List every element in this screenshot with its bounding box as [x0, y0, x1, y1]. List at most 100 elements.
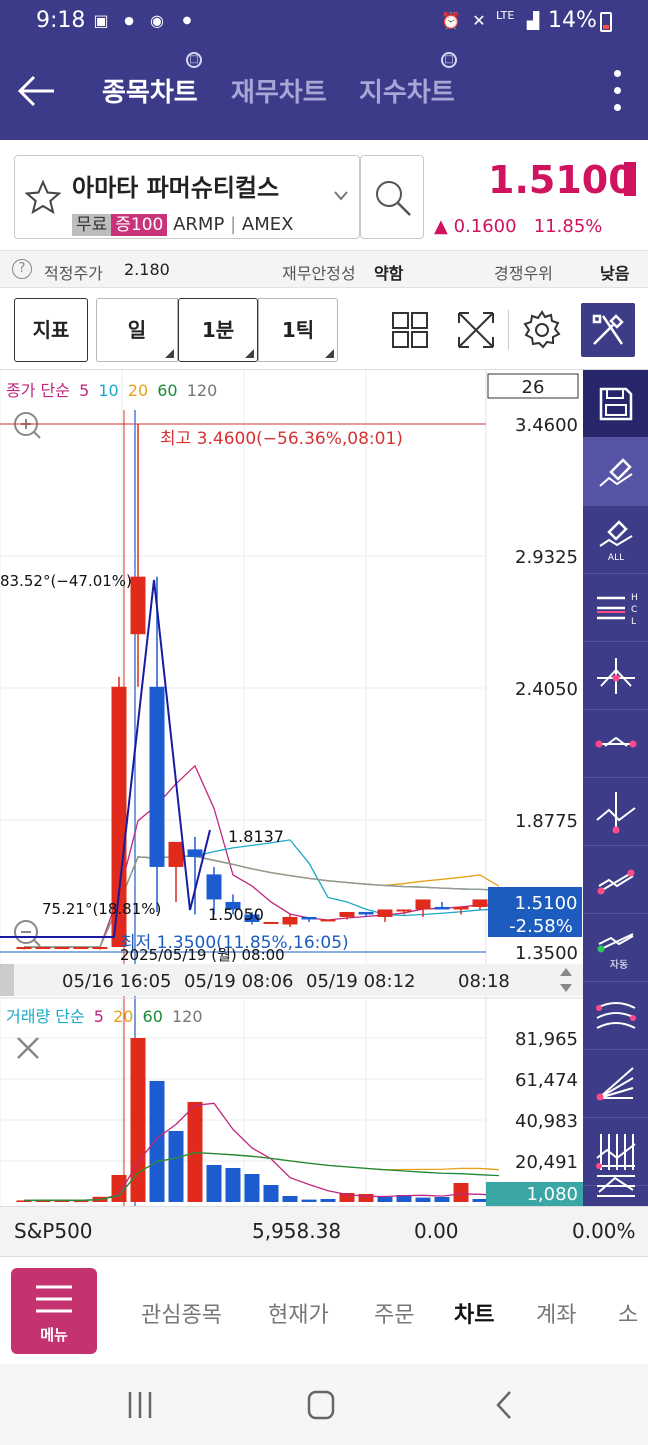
eraser-button[interactable] — [583, 438, 648, 506]
index-ticker-row[interactable]: S&P500 5,958.38 0.00 0.00% — [0, 1206, 648, 1256]
nav-watchlist[interactable]: 관심종목 — [141, 1297, 222, 1329]
vma120-label: 120 — [172, 1007, 203, 1026]
erase-all-icon: ALL — [599, 520, 633, 562]
annot-1505: 1.5050 — [208, 905, 264, 924]
index-name: S&P500 — [14, 1219, 93, 1243]
nav-current-price[interactable]: 현재가 — [268, 1297, 329, 1329]
candle-body — [396, 909, 412, 912]
search-button[interactable] — [360, 155, 424, 239]
channel-button[interactable] — [583, 982, 648, 1050]
tools-button[interactable] — [581, 303, 635, 357]
zoom-in-icon[interactable] — [14, 412, 41, 439]
svg-text:H: H — [631, 593, 637, 603]
period-day-button[interactable]: 일 — [96, 298, 178, 362]
annot-trend1: 83.52°(−47.01%) — [0, 572, 132, 590]
current-price-tag-pct: -2.58% — [509, 916, 573, 937]
star-icon[interactable] — [25, 180, 61, 214]
nav-account[interactable]: 계좌 — [536, 1297, 576, 1329]
candle-body — [35, 946, 51, 949]
back-icon[interactable] — [492, 1389, 516, 1421]
recent-apps-icon[interactable] — [126, 1390, 156, 1420]
period-tick-button[interactable]: 1틱 — [258, 298, 338, 362]
period-minute-button[interactable]: 1분 — [178, 298, 258, 362]
help-icon[interactable]: ? — [12, 259, 32, 279]
signal-icon: ▟ — [526, 11, 540, 30]
home-icon[interactable] — [306, 1389, 336, 1421]
volume-bar — [415, 1197, 431, 1202]
auto-trendline-button[interactable]: 자동 — [583, 914, 648, 982]
annot-date: 2025/05/19 (월) 08:00 — [120, 946, 285, 964]
stock-selector[interactable]: 아마타 파머슈티컬스 무료 증100 ARMP | AMEX — [14, 155, 360, 239]
volume-bar — [453, 1182, 469, 1202]
candle-body — [263, 921, 279, 924]
volume-bar — [377, 1196, 393, 1202]
fan-line-button[interactable] — [583, 1050, 648, 1118]
nav-order[interactable]: 주문 — [374, 1297, 414, 1329]
talk-icon: ● — [124, 14, 134, 27]
nav-more[interactable]: 소 — [618, 1297, 638, 1329]
ma10-label: 10 — [98, 381, 118, 400]
candlestick-chart[interactable]: 종가 단순 5 10 20 60 120 26 3.4600 2.9325 2.40… — [0, 370, 583, 1206]
tab-stock-chart[interactable]: 종목차트 □ — [102, 52, 202, 109]
trend-line[interactable] — [0, 579, 211, 938]
save-drawing-button[interactable] — [583, 370, 648, 438]
fullscreen-icon[interactable] — [456, 310, 496, 350]
candle-body — [453, 906, 469, 910]
status-time: 9:18 — [36, 8, 86, 33]
nav-chart[interactable]: 차트 — [454, 1297, 494, 1329]
tab-index-chart[interactable]: 지수차트 □ — [359, 52, 457, 109]
chart-area[interactable]: 종가 단순 5 10 20 60 120 26 3.4600 2.9325 2.40… — [0, 370, 583, 1206]
close-icon[interactable] — [17, 1037, 39, 1059]
fair-price-label: 적정주가 — [44, 264, 103, 283]
ma60-label: 60 — [157, 381, 177, 400]
save-icon — [599, 387, 633, 421]
indicator-button[interactable]: 지표 — [14, 298, 88, 362]
fibonacci-icon — [596, 1163, 635, 1197]
candle-body — [377, 909, 393, 917]
index-change: 0.00 — [414, 1219, 459, 1243]
stock-meta: 무료 증100 ARMP | AMEX — [72, 210, 293, 236]
margin-badge: 증100 — [111, 214, 168, 236]
trendline-button[interactable] — [583, 846, 648, 914]
back-arrow-icon[interactable] — [16, 74, 56, 108]
svg-text:자동: 자동 — [610, 959, 628, 971]
ticker-label: ARMP — [173, 214, 225, 235]
volume-ma-line-5 — [23, 1102, 500, 1202]
volume-legend-prefix: 거래량 단순 — [6, 1007, 85, 1026]
crossline-icon — [597, 658, 635, 694]
volume-ma-line-60 — [23, 1151, 500, 1202]
hcl-line-button[interactable]: H C L — [583, 574, 648, 642]
index-value: 5,958.38 — [252, 1219, 342, 1243]
fibonacci-button[interactable] — [583, 1154, 648, 1206]
svg-text:L: L — [631, 617, 636, 627]
gear-icon[interactable] — [522, 310, 562, 350]
y-tick-label: 2.4050 — [515, 679, 578, 700]
candle-body — [206, 874, 222, 900]
bottom-navigation: 메뉴 관심종목 현재가 주문 차트 계좌 소 — [0, 1256, 648, 1364]
candle-body — [130, 576, 146, 635]
tab-financial-chart[interactable]: 재무차트 — [231, 72, 327, 109]
ma120-label: 120 — [187, 381, 218, 400]
scroll-handle[interactable] — [0, 964, 14, 996]
vma20-label: 20 — [113, 1007, 133, 1026]
candle-body — [415, 899, 431, 910]
erase-all-button[interactable]: ALL — [583, 506, 648, 574]
candle-body — [73, 946, 89, 949]
zoom-out-icon[interactable] — [14, 920, 41, 947]
lte-label: LTE — [496, 9, 515, 22]
candle-body — [301, 916, 317, 920]
battery-icon — [600, 12, 612, 32]
chevron-down-icon[interactable] — [333, 190, 349, 202]
cross-line-button[interactable] — [583, 642, 648, 710]
horizontal-line-button[interactable] — [583, 710, 648, 778]
vertical-line-button[interactable] — [583, 778, 648, 846]
volume-bar — [301, 1199, 317, 1202]
more-menu-icon[interactable] — [614, 70, 622, 114]
grid-layout-icon[interactable] — [392, 312, 428, 348]
volume-bar — [282, 1195, 298, 1202]
menu-button[interactable]: 메뉴 — [11, 1268, 97, 1354]
fan-line-icon — [596, 1067, 634, 1101]
free-badge: 무료 — [72, 214, 112, 236]
hcl-line-icon: H C L — [597, 593, 637, 627]
annot-trend2: 75.21°(18.81%) — [42, 900, 161, 918]
